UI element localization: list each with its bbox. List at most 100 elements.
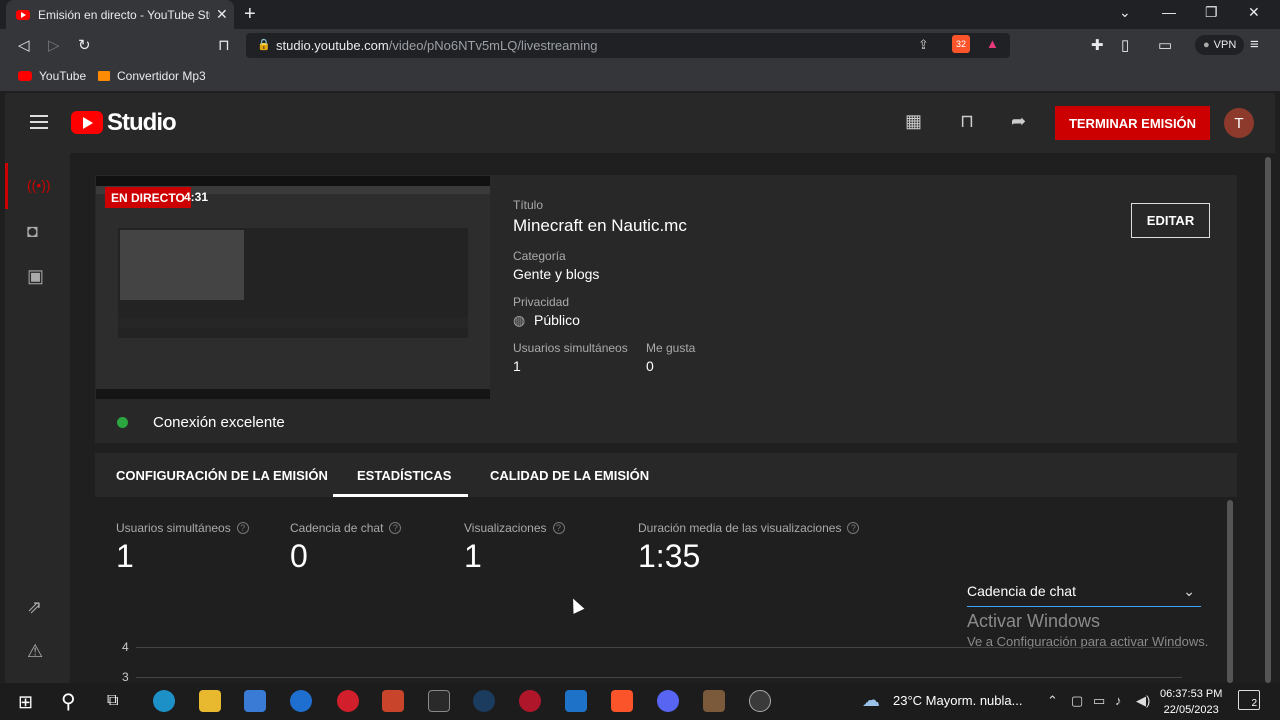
task-view-icon[interactable]: ⧉ <box>107 692 118 710</box>
viewers-value: 1 <box>513 358 521 374</box>
minimize-icon[interactable]: — <box>1162 4 1176 20</box>
rail-active-indicator <box>5 163 8 209</box>
vpn-label: VPN <box>1213 39 1237 51</box>
tab-quality[interactable]: CALIDAD DE LA EMISIÓN <box>490 468 649 483</box>
tray-chevron-icon[interactable]: ⌃ <box>1047 693 1058 709</box>
address-bar[interactable]: 🔒 studio.youtube.com/video/pNo6NTv5mLQ/l… <box>246 33 1010 58</box>
help-icon[interactable]: ? <box>552 522 565 534</box>
notifications-icon[interactable]: 2 <box>1238 690 1260 710</box>
steam-icon[interactable] <box>473 690 495 712</box>
microphone-icon[interactable]: ♪ <box>1115 693 1122 708</box>
extensions-icon[interactable]: ✚ <box>1091 36 1104 54</box>
scrollbar-thumb[interactable] <box>1265 157 1271 683</box>
preview-tabbar <box>96 176 490 186</box>
studio-logo-text[interactable]: Studio <box>107 109 177 137</box>
camera-icon[interactable]: ◘ <box>27 221 38 242</box>
windows-taskbar <box>0 683 1280 720</box>
left-rail: ((•)) ◘ ▣ ⇗ ⚠ <box>5 153 70 683</box>
bookmark-converter[interactable]: Convertidor Mp3 <box>98 69 206 83</box>
likes-value: 0 <box>646 358 654 374</box>
hamburger-menu-icon[interactable] <box>30 115 48 129</box>
feedback-icon[interactable]: ⚠ <box>27 641 43 662</box>
opera-icon[interactable] <box>337 690 359 712</box>
panel-scrollbar[interactable] <box>1227 500 1233 683</box>
lock-icon: 🔒 <box>257 39 271 51</box>
viewers-label: Usuarios simultáneos <box>513 341 628 355</box>
stat-label-chat-rate: Cadencia de chat? <box>290 521 402 535</box>
obs-icon[interactable] <box>749 690 771 712</box>
chart-metric-selected: Cadencia de chat <box>967 583 1076 599</box>
app-c-icon[interactable] <box>290 690 312 712</box>
restore-icon[interactable]: ❐ <box>1205 4 1218 21</box>
share-icon[interactable]: ⇪ <box>918 37 929 53</box>
edge-icon[interactable] <box>153 690 175 712</box>
epic-games-icon[interactable] <box>428 690 450 712</box>
tab-statistics[interactable]: ESTADÍSTICAS <box>357 468 451 483</box>
bookmark-icon[interactable]: ⊓ <box>960 111 974 132</box>
minecraft-icon[interactable] <box>703 690 725 712</box>
vpn-status-icon: ● <box>1203 39 1210 51</box>
help-icon[interactable]: ? <box>847 522 860 534</box>
tab-search-chevron-icon[interactable]: ⌄ <box>1119 4 1131 21</box>
reload-icon[interactable]: ↻ <box>78 36 91 54</box>
app-gear-icon[interactable] <box>519 690 541 712</box>
avatar[interactable]: T <box>1224 108 1254 138</box>
stream-preview[interactable] <box>96 176 490 399</box>
new-tab-icon[interactable]: + <box>244 3 256 26</box>
external-link-icon[interactable]: ⇗ <box>27 597 42 618</box>
tab-settings[interactable]: CONFIGURACIÓN DE LA EMISIÓN <box>116 468 328 483</box>
bookmarks-bar: YouTube Convertidor Mp3 <box>0 62 1280 91</box>
youtube-logo-icon[interactable] <box>71 111 103 134</box>
end-stream-button[interactable]: TERMINAR EMISIÓN <box>1055 106 1210 140</box>
store-icon[interactable] <box>244 690 266 712</box>
tab-close-icon[interactable]: ✕ <box>216 6 228 23</box>
powerpoint-icon[interactable] <box>382 690 404 712</box>
help-icon[interactable]: ? <box>389 522 402 534</box>
stream-privacy: Público <box>534 312 580 328</box>
likes-label: Me gusta <box>646 341 696 355</box>
network-icon[interactable]: ▭ <box>1093 693 1105 709</box>
brave-icon[interactable] <box>611 690 633 712</box>
vpn-button[interactable]: ● VPN <box>1195 35 1245 55</box>
stream-category: Gente y blogs <box>513 266 600 282</box>
share-arrow-icon[interactable]: ➦ <box>1011 111 1026 132</box>
connection-status: Conexión excelente <box>153 414 285 431</box>
bookmark-youtube[interactable]: YouTube <box>18 69 86 83</box>
back-icon[interactable]: ◁ <box>18 36 30 54</box>
browser-tab[interactable]: Emisión en directo - YouTube Studio ✕ <box>6 0 234 29</box>
chart-metric-select[interactable]: Cadencia de chat ⌄ <box>967 583 1201 607</box>
wallet-icon[interactable]: ▭ <box>1158 36 1172 54</box>
brave-rewards-icon[interactable]: ▲ <box>986 36 999 51</box>
tray-app-icon[interactable]: ▢ <box>1071 693 1083 709</box>
windows-start-icon[interactable]: ⊞ <box>18 692 33 713</box>
menu-icon[interactable]: ≡ <box>1250 36 1259 53</box>
volume-icon[interactable]: ◀) <box>1136 693 1150 709</box>
bookmark-label: Convertidor Mp3 <box>117 69 206 83</box>
brave-shields-icon[interactable]: 32 <box>952 35 970 53</box>
help-icon[interactable]: ? <box>236 522 249 534</box>
shield-icon[interactable] <box>565 690 587 712</box>
live-duration: 4:31 <box>184 190 209 204</box>
file-explorer-icon[interactable] <box>199 690 221 712</box>
url-host: studio.youtube.com <box>276 38 389 53</box>
search-icon[interactable]: ⚲ <box>61 689 76 714</box>
stat-label-views: Visualizaciones? <box>464 521 565 535</box>
chart-gridline <box>136 677 1182 678</box>
discord-icon[interactable] <box>657 690 679 712</box>
live-stream-icon[interactable]: ((•)) <box>27 177 51 193</box>
forward-icon[interactable]: ▷ <box>48 36 60 54</box>
youtube-bookmark-icon <box>18 71 32 81</box>
taskbar-clock[interactable]: 06:37:53 PM 22/05/2023 <box>1160 686 1222 718</box>
page-scrollbar[interactable] <box>1265 157 1271 683</box>
close-window-icon[interactable]: ✕ <box>1248 4 1260 21</box>
bookmark-page-icon[interactable]: ⊓ <box>218 36 230 54</box>
cloud-icon[interactable]: ☁ <box>862 690 880 711</box>
privacy-label: Privacidad <box>513 295 570 309</box>
calendar-icon[interactable]: ▣ <box>27 266 44 287</box>
clapperboard-icon[interactable]: ▦ <box>905 111 922 132</box>
stat-label-viewers: Usuarios simultáneos? <box>116 521 249 535</box>
sidebar-icon[interactable]: ▯ <box>1121 36 1129 54</box>
weather-widget[interactable]: 23°C Mayorm. nubla... <box>893 693 1022 708</box>
stat-label-avg-duration: Duración media de las visualizaciones? <box>638 521 860 535</box>
edit-button[interactable]: EDITAR <box>1131 203 1210 238</box>
